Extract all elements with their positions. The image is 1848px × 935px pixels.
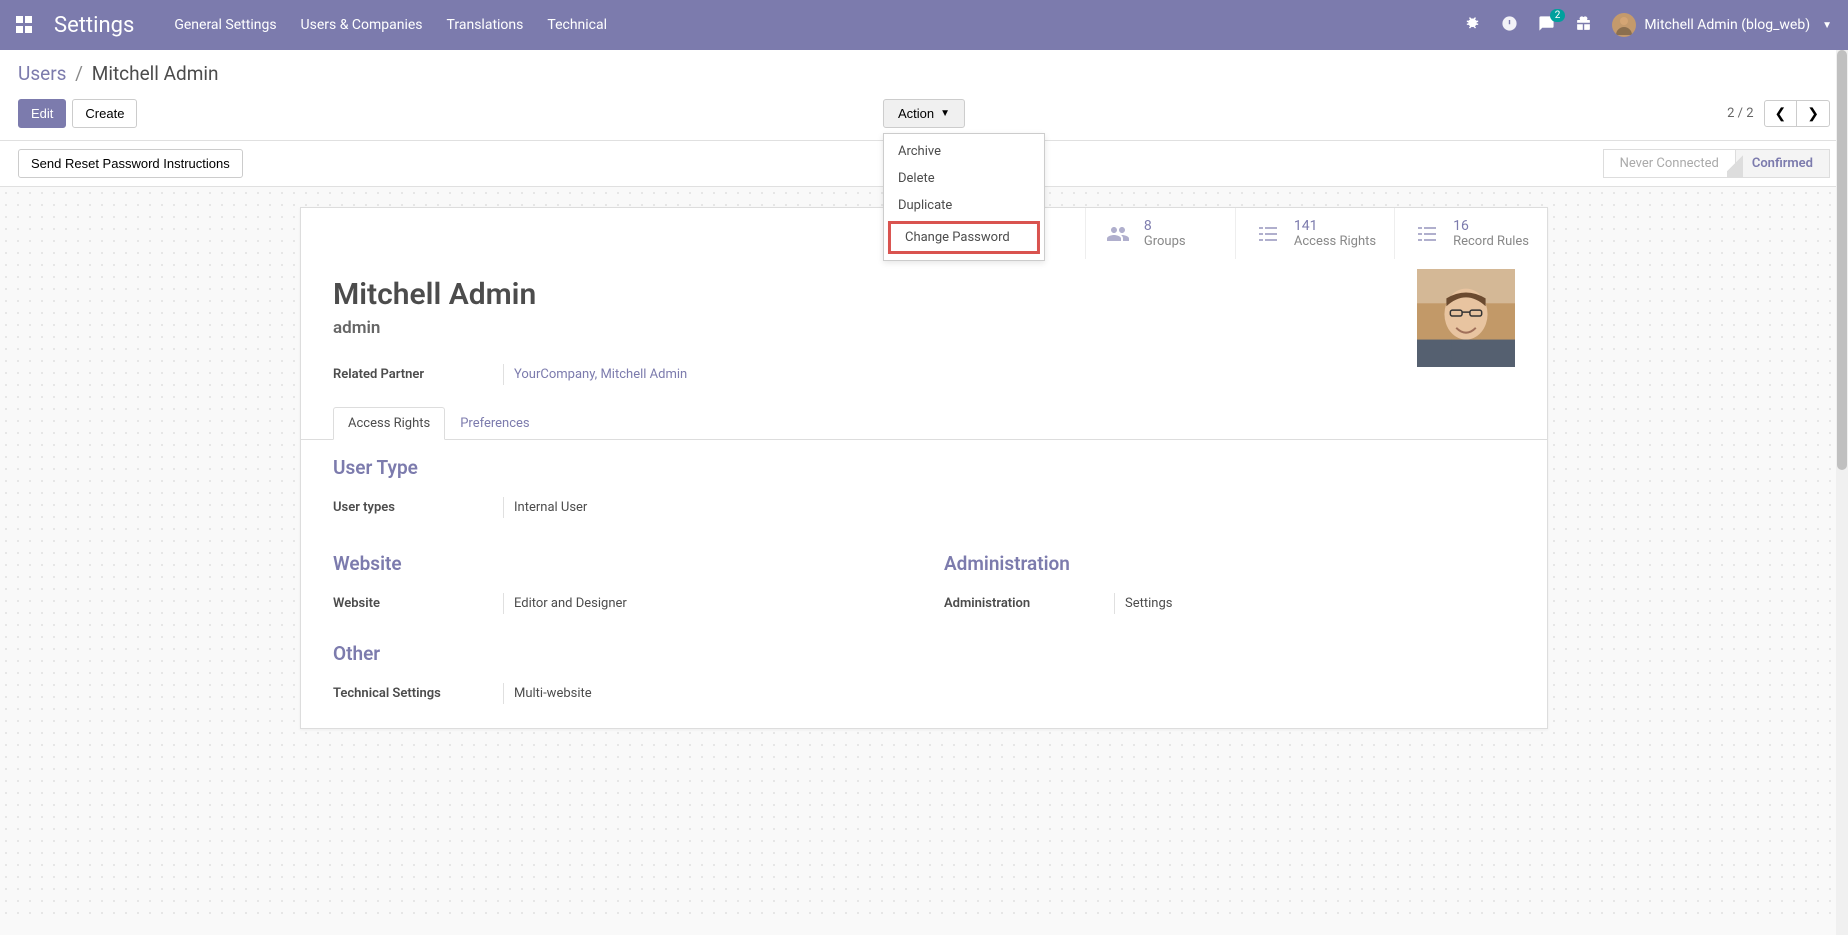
debug-icon[interactable] [1464,15,1481,36]
section-other-heading: Other [333,642,1515,665]
top-navbar: Settings General Settings Users & Compan… [0,0,1848,50]
send-reset-button[interactable]: Send Reset Password Instructions [18,149,243,178]
pager-next-button[interactable]: ❯ [1796,100,1830,127]
record-login: admin [333,318,1515,338]
admin-label: Administration [944,596,1114,611]
website-value: Editor and Designer [503,593,627,614]
action-dropdown: Archive Delete Duplicate Change Password [883,133,1045,261]
list-icon [1254,222,1282,246]
list-icon [1413,222,1441,246]
technical-settings-label: Technical Settings [333,686,503,701]
user-types-value: Internal User [503,497,587,518]
stat-rules-label: Record Rules [1453,234,1529,249]
tab-preferences[interactable]: Preferences [445,407,544,440]
action-dropdown-wrap: Action ▼ Archive Delete Duplicate Change… [883,99,965,128]
pager-prev-button[interactable]: ❮ [1764,100,1798,127]
action-button[interactable]: Action ▼ [883,99,965,128]
stat-access-button[interactable]: 141 Access Rights [1235,208,1394,259]
avatar-icon [1612,13,1636,37]
chat-badge: 2 [1550,9,1566,22]
field-related-partner: Related Partner YourCompany, Mitchell Ad… [301,356,1547,393]
section-website-heading: Website [333,552,904,575]
content-area: 8 Groups 141 Access Rights 16 Record Rul… [0,187,1848,922]
related-partner-value[interactable]: YourCompany, Mitchell Admin [503,364,687,385]
action-archive[interactable]: Archive [884,138,1044,165]
pager-text: 2 / 2 [1727,106,1753,121]
user-types-label: User types [333,500,503,515]
section-other: Other Technical Settings Multi-website [301,638,1547,728]
tab-access-rights[interactable]: Access Rights [333,407,445,440]
admin-value: Settings [1114,593,1172,614]
stat-groups-label: Groups [1144,234,1186,249]
section-website-admin: Website Website Editor and Designer Admi… [301,542,1547,638]
scrollbar[interactable] [1836,50,1848,935]
breadcrumb-current: Mitchell Admin [92,62,219,85]
gift-icon[interactable] [1575,15,1592,36]
user-photo-icon [1417,269,1515,367]
pager: 2 / 2 ❮ ❯ [1727,100,1830,127]
action-change-password[interactable]: Change Password [888,221,1040,254]
activity-icon[interactable] [1501,15,1518,36]
record-name: Mitchell Admin [333,277,1515,312]
stat-access-label: Access Rights [1294,234,1376,249]
edit-button[interactable]: Edit [18,99,66,128]
title-block: Mitchell Admin admin [301,259,1547,356]
menu-technical[interactable]: Technical [547,17,607,33]
breadcrumb-root[interactable]: Users [18,62,66,85]
menu-translations[interactable]: Translations [447,17,524,33]
menu-users-companies[interactable]: Users & Companies [301,17,423,33]
topnav-right: 2 Mitchell Admin (blog_web) ▼ [1464,13,1832,37]
breadcrumb: Users / Mitchell Admin [18,62,1830,85]
form-sheet: 8 Groups 141 Access Rights 16 Record Rul… [300,207,1548,729]
section-user-type: User Type User types Internal User [301,440,1547,542]
apps-icon[interactable] [16,16,34,34]
breadcrumb-separator: / [75,62,83,85]
chevron-down-icon: ▼ [1822,20,1832,31]
stat-rules-button[interactable]: 16 Record Rules [1394,208,1547,259]
control-bar: Users / Mitchell Admin Edit Create Actio… [0,50,1848,141]
user-menu[interactable]: Mitchell Admin (blog_web) ▼ [1612,13,1832,37]
chevron-down-icon: ▼ [940,108,950,119]
status-steps: Never Connected Confirmed [1603,149,1830,178]
related-partner-label: Related Partner [333,367,503,382]
status-confirmed[interactable]: Confirmed [1735,149,1830,178]
scrollbar-thumb[interactable] [1837,50,1847,470]
stat-access-num: 141 [1294,218,1376,234]
stat-rules-num: 16 [1453,218,1529,234]
action-duplicate[interactable]: Duplicate [884,192,1044,219]
chat-icon[interactable]: 2 [1538,15,1555,36]
action-delete[interactable]: Delete [884,165,1044,192]
user-name: Mitchell Admin (blog_web) [1644,17,1810,33]
section-user-type-heading: User Type [333,456,1515,479]
menu-general-settings[interactable]: General Settings [174,17,276,33]
action-button-label: Action [898,106,934,121]
users-icon [1104,222,1132,246]
status-never-connected[interactable]: Never Connected [1603,149,1735,178]
app-brand: Settings [54,13,134,38]
stat-groups-button[interactable]: 8 Groups [1085,208,1235,259]
technical-settings-value: Multi-website [503,683,592,704]
top-menu: General Settings Users & Companies Trans… [174,17,607,33]
website-label: Website [333,596,503,611]
stat-groups-num: 8 [1144,218,1186,234]
create-button[interactable]: Create [72,99,137,128]
avatar-large[interactable] [1417,269,1515,367]
section-admin-heading: Administration [944,552,1515,575]
tabs: Access Rights Preferences [301,407,1547,440]
